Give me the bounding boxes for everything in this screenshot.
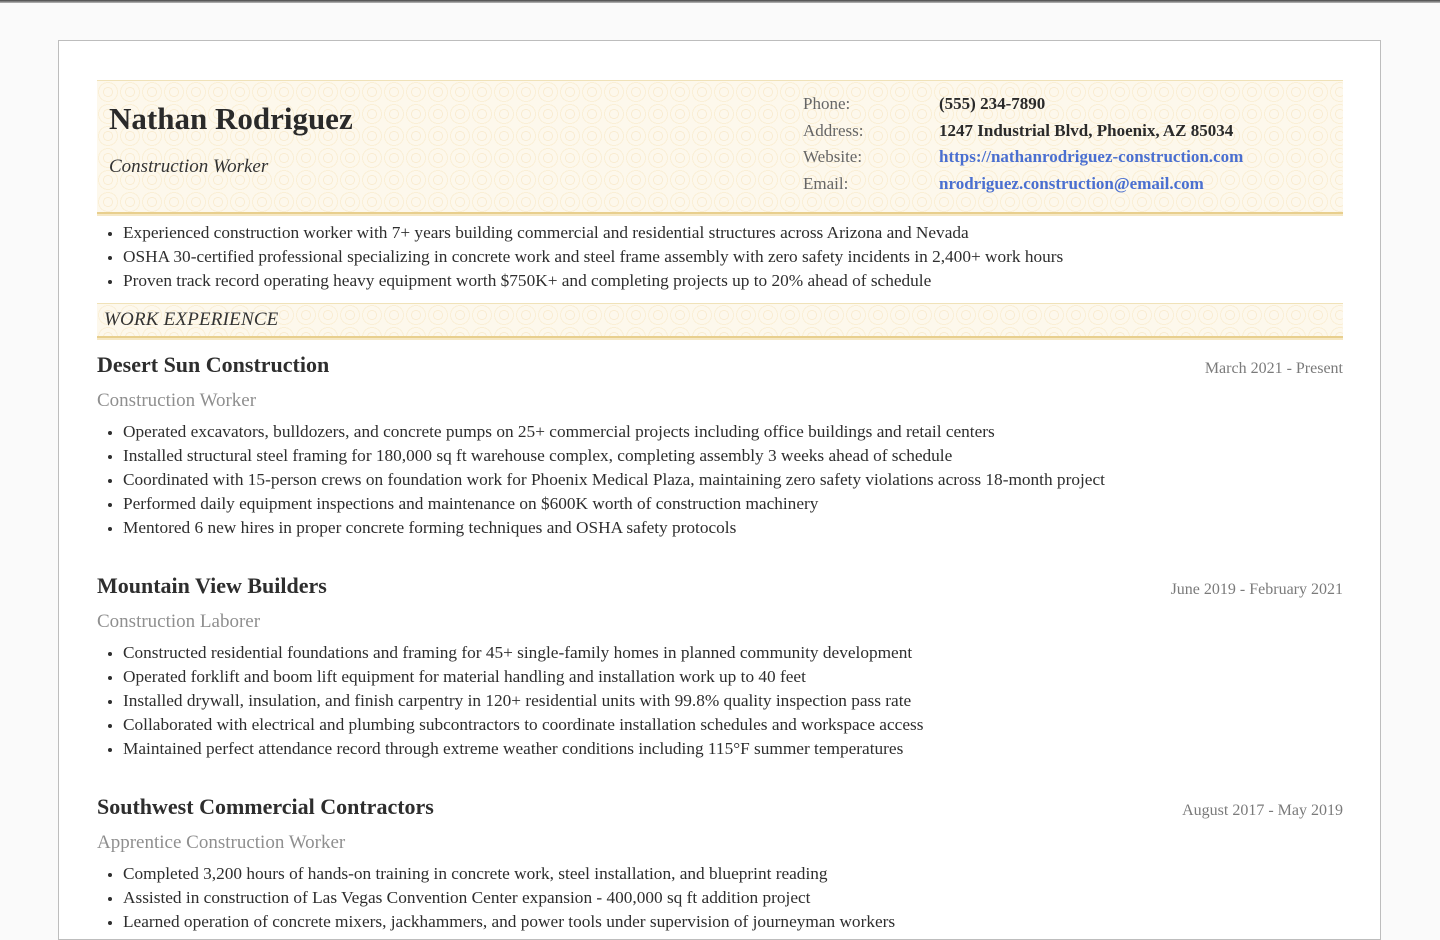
job-bullet: Installed drywall, insulation, and finis… [123,689,1343,713]
email-link[interactable]: nrodriguez.construction@email.com [939,171,1204,197]
job-header: Southwest Commercial Contractors August … [97,792,1343,828]
address-label: Address: [803,120,864,140]
job-bullet: Operated excavators, bulldozers, and con… [123,420,1343,444]
job-bullet: Constructed residential foundations and … [123,641,1343,665]
job-bullet: Maintained perfect attendance record thr… [123,737,1343,761]
job-role: Construction Laborer [97,611,261,632]
job-bullet: Performed daily equipment inspections an… [123,492,1343,516]
work-experience-heading-bar: WORK EXPERIENCE [97,303,1343,338]
job-bullets: Constructed residential foundations and … [97,641,1343,761]
address-value: 1247 Industrial Blvd, Phoenix, AZ 85034 [939,120,1234,140]
job-bullets: Operated excavators, bulldozers, and con… [97,420,1343,540]
job-bullet: Coordinated with 15-person crews on foun… [123,468,1343,492]
job-bullet: Mentored 6 new hires in proper concrete … [123,516,1343,540]
contact-info: Phone: (555) 234-7890 Address: 1247 Indu… [803,91,1323,198]
job-bullet: Assisted in construction of Las Vegas Co… [123,886,1343,910]
job-role: Construction Worker [97,390,257,411]
job-bullets: Completed 3,200 hours of hands-on traini… [97,862,1343,934]
email-label: Email: [803,174,849,194]
company-name: Desert Sun Construction [97,352,330,377]
resume-page: Nathan Rodriguez Construction Worker Pho… [58,40,1381,940]
company-name: Southwest Commercial Contractors [97,794,434,819]
contact-row-address: Address: 1247 Industrial Blvd, Phoenix, … [803,118,1323,145]
job-bullet: Installed structural steel framing for 1… [123,444,1343,468]
summary-item: Proven track record operating heavy equi… [123,269,1343,293]
job-bullet: Learned operation of concrete mixers, ja… [123,910,1343,934]
job-entry: Southwest Commercial Contractors August … [97,792,1343,934]
phone-label: Phone: [803,94,851,113]
phone-value: (555) 234-7890 [939,94,1046,113]
job-role: Apprentice Construction Worker [97,832,346,853]
job-header: Mountain View Builders June 2019 - Febru… [97,571,1343,607]
contact-row-website: Website: https://nathanrodriguez-constru… [803,144,1323,171]
summary-item: Experienced construction worker with 7+ … [123,221,1343,245]
resume-header: Nathan Rodriguez Construction Worker Pho… [97,80,1343,214]
job-bullet: Operated forklift and boom lift equipmen… [123,665,1343,689]
candidate-name: Nathan Rodriguez [109,101,353,136]
job-dates: March 2021 - Present [1204,360,1343,377]
section-title-work-experience: WORK EXPERIENCE [104,309,279,330]
job-dates: June 2019 - February 2021 [1170,581,1343,598]
contact-row-email: Email: nrodriguez.construction@email.com [803,171,1323,198]
candidate-title: Construction Worker [109,156,269,177]
website-label: Website: [803,147,863,167]
viewer-top-edge [0,0,1440,3]
job-dates: August 2017 - May 2019 [1182,802,1343,819]
website-link[interactable]: https://nathanrodriguez-construction.com [939,144,1243,170]
job-header: Desert Sun Construction March 2021 - Pre… [97,350,1343,386]
resume-content: Nathan Rodriguez Construction Worker Pho… [97,80,1343,934]
job-entry: Mountain View Builders June 2019 - Febru… [97,571,1343,761]
summary-list: Experienced construction worker with 7+ … [97,221,1343,293]
job-entry: Desert Sun Construction March 2021 - Pre… [97,350,1343,540]
job-bullet: Collaborated with electrical and plumbin… [123,713,1343,737]
job-bullet: Completed 3,200 hours of hands-on traini… [123,862,1343,886]
summary-item: OSHA 30-certified professional specializ… [123,245,1343,269]
contact-row-phone: Phone: (555) 234-7890 [803,91,1323,118]
company-name: Mountain View Builders [97,573,327,598]
